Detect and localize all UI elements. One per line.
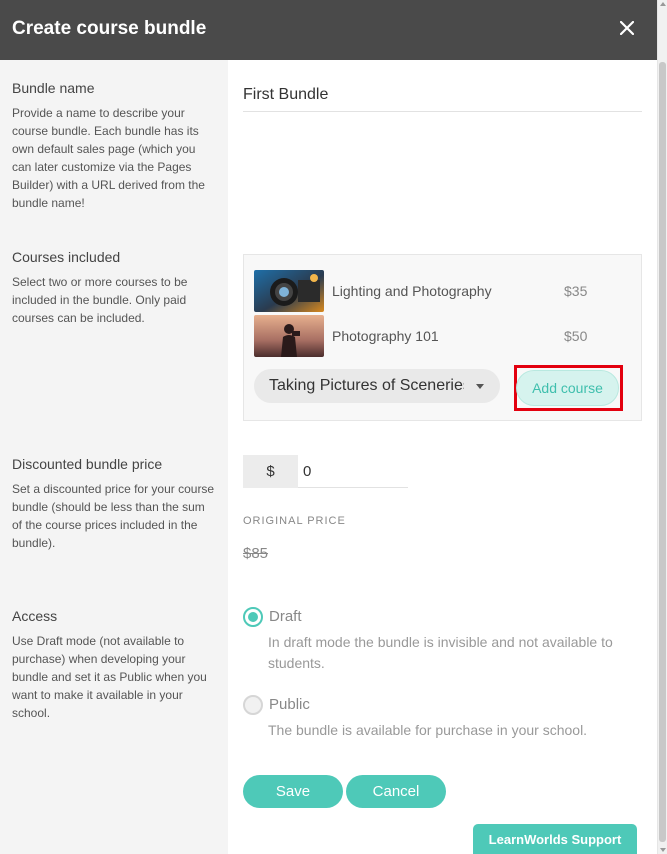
course-name: Lighting and Photography — [332, 283, 492, 299]
access-description: Use Draft mode (not available to purchas… — [12, 634, 207, 720]
save-button[interactable]: Save — [243, 775, 343, 808]
cancel-button[interactable]: Cancel — [346, 775, 446, 808]
price-input[interactable]: 0 — [298, 455, 408, 488]
bundle-name-title: Bundle name — [12, 80, 95, 96]
camera-lens-thumbnail — [254, 270, 324, 312]
course-select-value: Taking Pictures of Sceneries — [269, 377, 464, 394]
courses-included-description: Select two or more courses to be include… — [12, 275, 188, 325]
course-select-dropdown[interactable]: Taking Pictures of Sceneries — [254, 369, 500, 403]
bundle-name-input[interactable]: First Bundle — [243, 86, 642, 112]
discounted-price-description: Set a discounted price for your course b… — [12, 482, 215, 550]
scrollbar[interactable] — [657, 0, 667, 854]
currency-symbol: $ — [243, 455, 298, 488]
public-description: The bundle is available for purchase in … — [268, 722, 588, 738]
scroll-up-icon[interactable] — [660, 2, 666, 6]
scrollbar-thumb[interactable] — [659, 62, 666, 842]
dialog-title: Create course bundle — [12, 18, 207, 39]
access-title: Access — [12, 608, 58, 624]
close-icon — [619, 20, 635, 36]
public-label[interactable]: Public — [269, 696, 310, 713]
draft-radio[interactable] — [243, 607, 263, 627]
close-button[interactable] — [615, 16, 639, 40]
draft-label[interactable]: Draft — [269, 608, 302, 625]
scroll-down-icon[interactable] — [660, 848, 666, 852]
bundle-name-description: Provide a name to describe your course b… — [12, 106, 205, 210]
discounted-price-title: Discounted bundle price — [12, 456, 163, 472]
original-price-label: ORIGINAL PRICE — [243, 515, 346, 527]
courses-included-title: Courses included — [12, 249, 121, 265]
course-row: Lighting and Photography $35 — [254, 270, 634, 312]
public-radio[interactable] — [243, 695, 263, 715]
support-button[interactable]: LearnWorlds Support — [473, 824, 637, 854]
draft-description: In draft mode the bundle is invisible an… — [268, 634, 613, 671]
dialog-header: Create course bundle — [0, 0, 657, 60]
original-price-value: $85 — [243, 545, 269, 562]
add-course-button[interactable]: Add course — [516, 370, 619, 406]
chevron-down-icon — [476, 384, 484, 389]
course-name: Photography 101 — [332, 328, 439, 344]
course-price: $50 — [564, 328, 588, 344]
photographer-silhouette-thumbnail — [254, 315, 324, 357]
course-price: $35 — [564, 283, 588, 299]
course-row: Photography 101 $50 — [254, 315, 634, 357]
